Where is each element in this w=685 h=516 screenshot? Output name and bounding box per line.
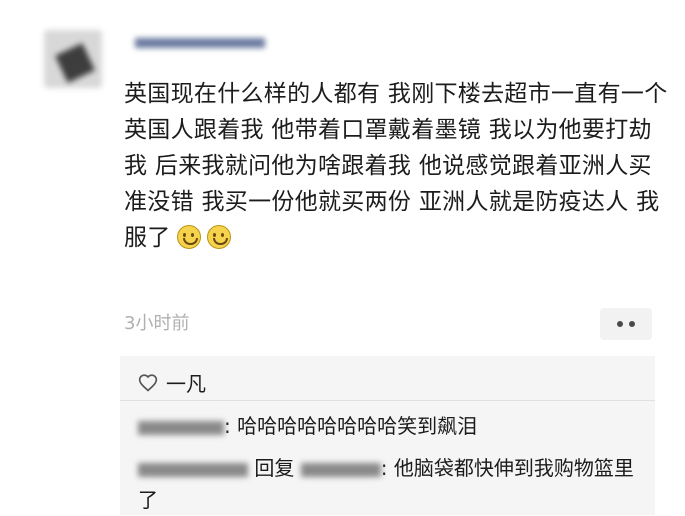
comment[interactable]: 回复 : 他脑袋都快伸到我购物篮里了: [138, 452, 648, 516]
post-timestamp: 3小时前: [124, 313, 190, 334]
dot-icon: [629, 321, 635, 327]
author-name[interactable]: [135, 30, 275, 56]
divider: [120, 400, 655, 401]
comment-section: 一凡 : 哈哈哈哈哈哈哈哈笑到飙泪 回复 : 他脑袋都快伸到我购物篮里了: [120, 356, 655, 515]
reply-label: 回复: [254, 456, 295, 480]
reply-to-name[interactable]: [300, 462, 381, 477]
post-text: 英国现在什么样的人都有 我刚下楼去超市一直有一个英国人跟着我 他带着口罩戴着墨镜…: [124, 81, 668, 251]
avatar[interactable]: [38, 22, 110, 94]
heart-icon: [138, 373, 158, 392]
smile-emoji: [176, 225, 201, 249]
commenter-name[interactable]: [138, 462, 248, 477]
comment-text: : 哈哈哈哈哈哈哈哈笑到飙泪: [224, 414, 478, 438]
more-button[interactable]: [600, 308, 652, 340]
liker-name[interactable]: 一凡: [166, 368, 206, 397]
comment[interactable]: : 哈哈哈哈哈哈哈哈笑到飙泪: [138, 410, 648, 442]
smile-emoji: [206, 225, 231, 249]
commenter-name[interactable]: [138, 420, 224, 435]
dot-icon: [617, 321, 623, 327]
post-content: 英国现在什么样的人都有 我刚下楼去超市一直有一个英国人跟着我 他带着口罩戴着墨镜…: [124, 76, 669, 256]
likes-row: 一凡: [138, 368, 206, 397]
